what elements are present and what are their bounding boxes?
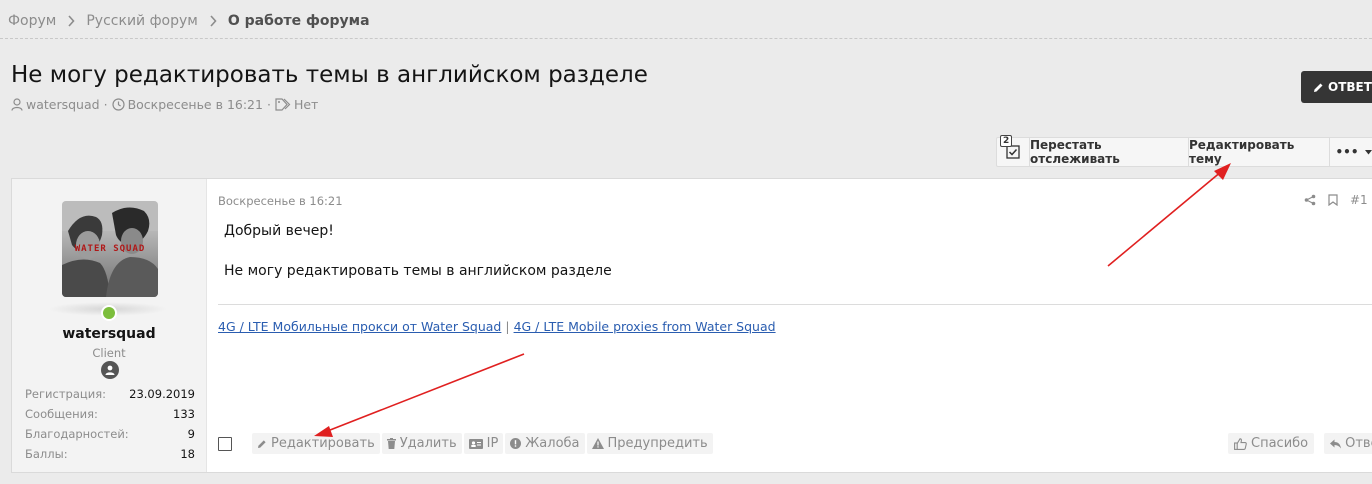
checkbox-checked-icon bbox=[1006, 145, 1020, 159]
post-number[interactable]: #1 bbox=[1350, 193, 1368, 207]
avatar-image: WATER SQUAD bbox=[62, 201, 158, 297]
chevron-right-icon bbox=[210, 15, 217, 27]
post-text-line: Добрый вечер! bbox=[224, 223, 334, 239]
delete-post-button[interactable]: Удалить bbox=[381, 433, 462, 454]
trash-icon bbox=[386, 438, 396, 449]
thread-date[interactable]: Воскресенье в 16:21 bbox=[128, 97, 263, 112]
ip-label: IP bbox=[486, 436, 499, 451]
page-title: Не могу редактировать темы в английском … bbox=[11, 62, 648, 88]
thumbs-up-icon bbox=[1234, 437, 1247, 450]
reply-button[interactable]: ОТВЕТ bbox=[1301, 71, 1372, 103]
breadcrumb-current[interactable]: О работе форума bbox=[228, 13, 370, 29]
edit-thread-button[interactable]: Редактировать тему bbox=[1189, 138, 1330, 166]
more-options-button[interactable]: ••• bbox=[1330, 138, 1372, 166]
thread-meta: watersquad · Воскресенье в 16:21 · Нет bbox=[11, 97, 318, 112]
reply-post-label: Ответ bbox=[1345, 436, 1372, 451]
pencil-icon bbox=[258, 439, 266, 448]
id-card-icon bbox=[468, 438, 483, 449]
stat-registration: Регистрация: 23.09.2019 bbox=[25, 387, 195, 401]
signature: 4G / LTE Мобильные прокси от Water Squad… bbox=[218, 319, 776, 334]
like-button[interactable]: Спасибо bbox=[1228, 433, 1315, 454]
warn-label: Предупредить bbox=[607, 436, 708, 451]
thread-toolbar: 2 Перестать отслеживать Редактировать те… bbox=[996, 135, 1372, 167]
bookmark-icon[interactable] bbox=[1328, 194, 1338, 206]
stat-messages: Сообщения: 133 bbox=[25, 407, 195, 421]
post-top-actions: #1 bbox=[1304, 193, 1368, 207]
post: WATER SQUAD watersquad Client Регистраци… bbox=[11, 178, 1372, 473]
edit-post-button[interactable]: Редактировать bbox=[252, 433, 380, 454]
breadcrumb-divider bbox=[0, 38, 1372, 39]
report-button[interactable]: Жалоба bbox=[505, 433, 585, 454]
post-date[interactable]: Воскресенье в 16:21 bbox=[218, 194, 343, 208]
thread-author[interactable]: watersquad bbox=[26, 97, 100, 112]
signature-divider bbox=[218, 304, 1372, 305]
breadcrumb-item-russian-forum[interactable]: Русский форум bbox=[86, 13, 198, 29]
stat-points: Баллы: 18 bbox=[25, 447, 195, 461]
post-text-line: Не могу редактировать темы в английском … bbox=[224, 263, 612, 279]
chevron-right-icon bbox=[68, 15, 75, 27]
signature-link-en[interactable]: 4G / LTE Mobile proxies from Water Squad bbox=[514, 319, 776, 334]
user-stats: Регистрация: 23.09.2019 Сообщения: 133 Бла… bbox=[25, 384, 195, 464]
clock-icon bbox=[111, 98, 125, 111]
breadcrumb-item-forum[interactable]: Форум bbox=[8, 13, 56, 29]
warning-triangle-icon bbox=[591, 438, 604, 449]
avatar[interactable]: WATER SQUAD bbox=[62, 201, 158, 297]
delete-post-label: Удалить bbox=[399, 436, 457, 451]
more-icon: ••• bbox=[1335, 145, 1359, 159]
edit-post-label: Редактировать bbox=[271, 436, 375, 451]
like-label: Спасибо bbox=[1251, 436, 1309, 451]
pencil-icon bbox=[1314, 83, 1323, 92]
thread-tags[interactable]: Нет bbox=[294, 97, 318, 112]
reply-arrow-icon bbox=[1330, 439, 1342, 448]
avatar-watermark: WATER SQUAD bbox=[75, 244, 146, 254]
signature-link-ru[interactable]: 4G / LTE Мобильные прокси от Water Squad bbox=[218, 319, 501, 334]
share-icon[interactable] bbox=[1304, 194, 1316, 206]
unwatch-button[interactable]: Перестать отслеживать bbox=[1030, 138, 1189, 166]
post-footer-actions: Редактировать Удалить IP Жалоба Предупре… bbox=[218, 433, 715, 454]
user-role: Client bbox=[92, 346, 126, 360]
select-post-checkbox[interactable] bbox=[218, 436, 232, 451]
online-status-indicator bbox=[101, 305, 117, 321]
user-icon bbox=[11, 98, 23, 111]
selection-count-badge: 2 bbox=[1000, 135, 1013, 147]
caret-down-icon bbox=[1364, 149, 1372, 154]
reply-button-label: ОТВЕТ bbox=[1328, 80, 1372, 94]
alert-circle-icon bbox=[510, 438, 522, 449]
warn-button[interactable]: Предупредить bbox=[586, 433, 713, 454]
report-label: Жалоба bbox=[525, 436, 580, 451]
reply-post-button[interactable]: Ответ bbox=[1324, 433, 1372, 454]
user-info-panel: WATER SQUAD watersquad Client Регистраци… bbox=[12, 179, 207, 472]
select-thread-button[interactable]: 2 bbox=[997, 135, 1030, 166]
stat-thanks: Благодарностей: 9 bbox=[25, 427, 195, 441]
tag-icon bbox=[275, 98, 291, 111]
breadcrumb: Форум Русский форум О работе форума bbox=[8, 11, 370, 31]
signature-separator: | bbox=[505, 319, 510, 334]
user-group-icon bbox=[101, 361, 119, 379]
post-footer-right: Спасибо Ответ bbox=[1228, 433, 1372, 454]
username[interactable]: watersquad bbox=[12, 326, 206, 342]
ip-button[interactable]: IP bbox=[463, 433, 504, 454]
